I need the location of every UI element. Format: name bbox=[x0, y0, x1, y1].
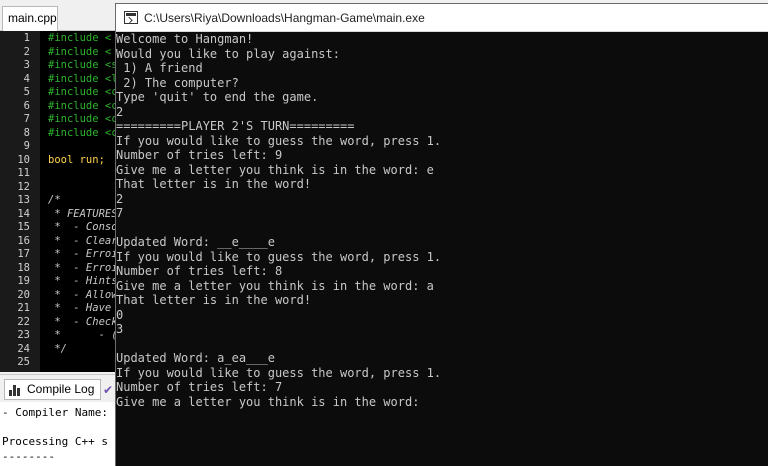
line-number: 16 bbox=[17, 234, 30, 247]
code-line: * - Hints bbox=[48, 275, 116, 287]
line-number: 24 bbox=[17, 342, 30, 355]
code-line: /* bbox=[48, 194, 61, 206]
line-number: 13 bbox=[17, 194, 30, 206]
code-line: * - Clear bbox=[48, 234, 116, 247]
line-number: 6 bbox=[23, 99, 30, 112]
console-line: Updated Word: __e____e bbox=[116, 235, 275, 249]
code-line: #include <c bbox=[48, 99, 116, 112]
console-title-bar[interactable]: C:\Users\Riya\Downloads\Hangman-Game\mai… bbox=[116, 4, 768, 32]
line-number: 17 bbox=[17, 248, 30, 260]
console-line: Number of tries left: 8 bbox=[116, 264, 283, 278]
bottom-panel-tabs: Compile Log ✔ bbox=[0, 374, 116, 402]
line-number: 1 bbox=[23, 32, 30, 44]
console-line: =========PLAYER 2'S TURN========= bbox=[116, 119, 355, 133]
line-number: 8 bbox=[23, 126, 30, 139]
code-line: #include < bbox=[48, 32, 112, 44]
line-number: 3 bbox=[23, 59, 30, 71]
log-line: Processing C++ s bbox=[2, 435, 108, 448]
console-line: Updated Word: a_ea___e bbox=[116, 351, 275, 365]
code-line: #include <c bbox=[48, 126, 116, 139]
code-line: */ bbox=[48, 342, 67, 355]
console-line: Would you like to play against: bbox=[116, 46, 340, 61]
check-icon[interactable]: ✔ bbox=[103, 384, 115, 396]
line-number: 18 bbox=[17, 261, 30, 274]
console-line: Number of tries left: 7 bbox=[116, 380, 283, 394]
line-number: 12 bbox=[17, 180, 30, 193]
line-number: 23 bbox=[17, 329, 30, 341]
code-line: * - Erroi bbox=[48, 248, 116, 260]
console-line: If you would like to guess the word, pre… bbox=[116, 133, 442, 148]
line-number: 15 bbox=[17, 221, 30, 233]
line-number: 9 bbox=[23, 140, 30, 152]
code-line: * - ( bbox=[48, 329, 116, 341]
code-line: #include <l bbox=[48, 72, 116, 85]
code-editor[interactable]: 1 2 3 4 5 6 7 8 9 10 11 12 13 14 15 16 17 18 19 20 21 22 23 24 2… bbox=[0, 31, 116, 372]
code-line: bool run; bbox=[48, 153, 105, 166]
console-line: 3 bbox=[116, 322, 124, 336]
line-number: 19 bbox=[17, 275, 30, 287]
line-number: 7 bbox=[23, 113, 30, 125]
code-line: * - Have bbox=[48, 302, 112, 314]
console-line: That letter is in the word! bbox=[116, 177, 312, 191]
console-line: 1) A friend bbox=[116, 61, 203, 75]
line-number-gutter: 1 2 3 4 5 6 7 8 9 10 11 12 13 14 15 16 17 18 19 20 21 22 23 24 2… bbox=[0, 31, 40, 372]
code-line: * - Erroi bbox=[48, 261, 116, 274]
code-line: #include < bbox=[48, 45, 112, 58]
code-line: * FEATURES bbox=[48, 207, 116, 220]
console-line: 0 bbox=[116, 307, 124, 322]
code-line: * - Check bbox=[48, 315, 116, 328]
console-line: Give me a letter you think is in the wor… bbox=[116, 394, 420, 409]
console-line: 7 bbox=[116, 206, 124, 220]
console-line: Number of tries left: 9 bbox=[116, 148, 283, 162]
line-number: 10 bbox=[17, 153, 30, 166]
code-line: #include <s bbox=[48, 59, 116, 71]
console-line: 2) The computer? bbox=[116, 75, 239, 90]
console-line: That letter is in the word! bbox=[116, 293, 312, 307]
line-number: 4 bbox=[23, 72, 30, 85]
console-line: 2 bbox=[116, 191, 124, 206]
console-line: Give me a letter you think is in the wor… bbox=[116, 162, 434, 177]
console-app-icon bbox=[124, 11, 138, 24]
log-line: -------- bbox=[2, 449, 55, 463]
compile-log-panel: - Compiler Name: Processing C++ s -------- bbox=[0, 402, 116, 466]
code-line: * - Conso bbox=[48, 221, 116, 233]
line-number: 11 bbox=[17, 167, 30, 179]
console-line: If you would like to guess the word, pre… bbox=[116, 365, 442, 380]
code-line: * - Allow bbox=[48, 288, 116, 301]
console-output[interactable]: Welcome to Hangman! Would you like to pla… bbox=[116, 32, 768, 466]
console-line: Give me a letter you think is in the wor… bbox=[116, 278, 434, 293]
line-number: 2 bbox=[23, 45, 30, 58]
console-title: C:\Users\Riya\Downloads\Hangman-Game\mai… bbox=[144, 10, 425, 25]
tab-compile-log[interactable]: Compile Log bbox=[4, 379, 102, 400]
line-number: 5 bbox=[23, 86, 30, 98]
console-line: Welcome to Hangman! bbox=[116, 32, 254, 46]
console-window[interactable]: C:\Users\Riya\Downloads\Hangman-Game\mai… bbox=[115, 3, 768, 466]
line-number: 21 bbox=[17, 302, 30, 314]
line-number: 22 bbox=[17, 315, 30, 328]
console-line: If you would like to guess the word, pre… bbox=[116, 249, 442, 264]
console-line: 2 bbox=[116, 104, 124, 119]
console-line: Type 'quit' to end the game. bbox=[116, 90, 319, 104]
line-number: 20 bbox=[17, 288, 30, 301]
log-line: - Compiler Name: bbox=[2, 406, 108, 419]
code-line: #include <c bbox=[48, 86, 116, 98]
compile-log-label: Compile Log bbox=[27, 382, 95, 396]
tab-main-cpp[interactable]: main.cpp bbox=[2, 6, 58, 31]
line-number: 25 bbox=[17, 356, 30, 368]
code-line: #include <c bbox=[48, 113, 116, 125]
chart-bars-icon bbox=[9, 384, 23, 396]
line-number: 14 bbox=[17, 207, 30, 220]
